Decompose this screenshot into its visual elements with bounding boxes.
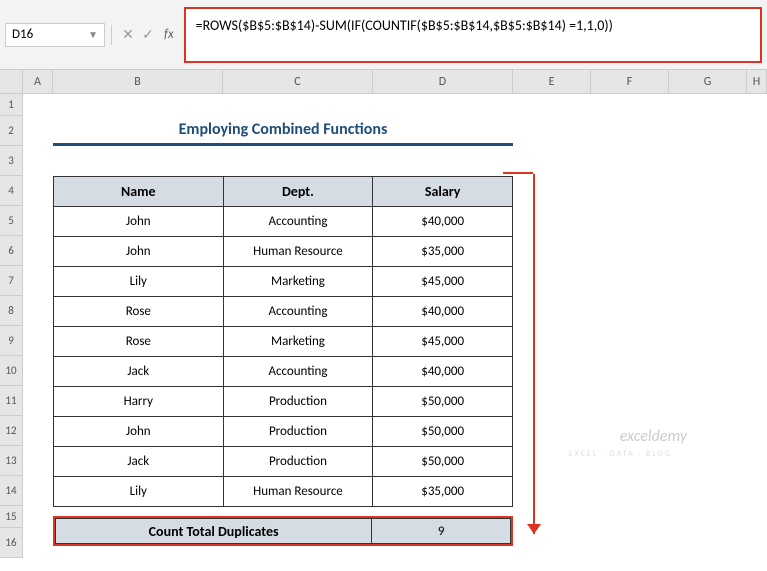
cell-dept[interactable]: Production [223, 387, 373, 417]
row-header-4[interactable]: 4 [0, 176, 23, 206]
cell-dept[interactable]: Accounting [223, 357, 373, 387]
row-header-6[interactable]: 6 [0, 236, 23, 266]
table-header-row: Name Dept. Salary [54, 177, 513, 207]
cell-salary[interactable]: $40,000 [373, 207, 513, 237]
cell-name[interactable]: Lily [54, 477, 224, 507]
cell-dept[interactable]: Marketing [223, 327, 373, 357]
formula-bar-row: D16 ▼ ✕ ✓ fx =ROWS($B$5:$B$14)-SUM(IF(CO… [0, 0, 767, 70]
row-header-1[interactable]: 1 [0, 94, 23, 116]
row-header-13[interactable]: 13 [0, 446, 23, 476]
spreadsheet: 1 2 3 4 5 6 7 8 9 10 11 12 13 14 15 16 A… [0, 70, 767, 558]
name-box[interactable]: D16 ▼ [5, 23, 105, 47]
fx-icon[interactable]: fx [164, 27, 174, 42]
cell-salary[interactable]: $50,000 [373, 387, 513, 417]
header-salary[interactable]: Salary [373, 177, 513, 207]
row-header-15[interactable]: 15 [0, 506, 23, 528]
cell-dept[interactable]: Production [223, 417, 373, 447]
col-header-b[interactable]: B [53, 70, 223, 94]
cell-name[interactable]: Rose [54, 327, 224, 357]
table-row: JackProduction$50,000 [54, 447, 513, 477]
row-header-14[interactable]: 14 [0, 476, 23, 506]
column-headers: A B C D E F G H [23, 70, 767, 94]
cell-name[interactable]: Harry [54, 387, 224, 417]
totals-label[interactable]: Count Total Duplicates [55, 518, 372, 544]
table-row: JohnAccounting$40,000 [54, 207, 513, 237]
select-all-corner[interactable] [0, 70, 23, 94]
row-header-5[interactable]: 5 [0, 206, 23, 236]
cell-name[interactable]: John [54, 207, 224, 237]
cell-salary[interactable]: $45,000 [373, 327, 513, 357]
row-headers: 1 2 3 4 5 6 7 8 9 10 11 12 13 14 15 16 [0, 70, 23, 558]
cell-dept[interactable]: Human Resource [223, 237, 373, 267]
table-row: HarryProduction$50,000 [54, 387, 513, 417]
cell-salary[interactable]: $50,000 [373, 417, 513, 447]
col-header-a[interactable]: A [23, 70, 53, 94]
cell-salary[interactable]: $40,000 [373, 297, 513, 327]
table-row: JackAccounting$40,000 [54, 357, 513, 387]
data-table: Name Dept. Salary JohnAccounting$40,000J… [53, 176, 513, 507]
formula-text: =ROWS($B$5:$B$14)-SUM(IF(COUNTIF($B$5:$B… [196, 17, 613, 34]
cell-dept[interactable]: Human Resource [223, 477, 373, 507]
totals-value[interactable]: 9 [372, 518, 511, 544]
row-header-12[interactable]: 12 [0, 416, 23, 446]
cell-dept[interactable]: Production [223, 447, 373, 477]
table-row: LilyMarketing$45,000 [54, 267, 513, 297]
cell-dept[interactable]: Marketing [223, 267, 373, 297]
cell-name[interactable]: Lily [54, 267, 224, 297]
cell-name[interactable]: John [54, 237, 224, 267]
row-header-10[interactable]: 10 [0, 356, 23, 386]
table-row: LilyHuman Resource$35,000 [54, 477, 513, 507]
col-header-h[interactable]: H [747, 70, 767, 94]
formula-bar[interactable]: =ROWS($B$5:$B$14)-SUM(IF(COUNTIF($B$5:$B… [184, 7, 762, 63]
col-header-c[interactable]: C [223, 70, 373, 94]
table-row: RoseAccounting$40,000 [54, 297, 513, 327]
chevron-down-icon[interactable]: ▼ [88, 28, 98, 41]
cancel-icon[interactable]: ✕ [118, 25, 138, 45]
header-name[interactable]: Name [54, 177, 224, 207]
row-header-16[interactable]: 16 [0, 528, 23, 558]
row-header-11[interactable]: 11 [0, 386, 23, 416]
header-dept[interactable]: Dept. [223, 177, 373, 207]
totals-row: Count Total Duplicates 9 [53, 516, 513, 546]
table-row: JohnProduction$50,000 [54, 417, 513, 447]
cell-salary[interactable]: $35,000 [373, 237, 513, 267]
sheet-title: Employing Combined Functions [53, 116, 513, 146]
cell-salary[interactable]: $50,000 [373, 447, 513, 477]
divider [111, 25, 112, 45]
col-header-e[interactable]: E [513, 70, 591, 94]
cell-salary[interactable]: $35,000 [373, 477, 513, 507]
table-row: RoseMarketing$45,000 [54, 327, 513, 357]
row-header-2[interactable]: 2 [0, 116, 23, 146]
cell-salary[interactable]: $40,000 [373, 357, 513, 387]
cell-name[interactable]: Jack [54, 447, 224, 477]
accept-icon[interactable]: ✓ [138, 25, 158, 45]
cell-dept[interactable]: Accounting [223, 297, 373, 327]
cell-name[interactable]: John [54, 417, 224, 447]
cell-salary[interactable]: $45,000 [373, 267, 513, 297]
table-row: JohnHuman Resource$35,000 [54, 237, 513, 267]
cell-dept[interactable]: Accounting [223, 207, 373, 237]
cell-name[interactable]: Jack [54, 357, 224, 387]
cell-reference: D16 [12, 27, 33, 42]
row-header-7[interactable]: 7 [0, 266, 23, 296]
col-header-f[interactable]: F [591, 70, 669, 94]
annotation-arrow [533, 174, 535, 534]
row-header-3[interactable]: 3 [0, 146, 23, 176]
col-header-g[interactable]: G [669, 70, 747, 94]
row-header-9[interactable]: 9 [0, 326, 23, 356]
cell-name[interactable]: Rose [54, 297, 224, 327]
col-header-d[interactable]: D [373, 70, 513, 94]
row-header-8[interactable]: 8 [0, 296, 23, 326]
